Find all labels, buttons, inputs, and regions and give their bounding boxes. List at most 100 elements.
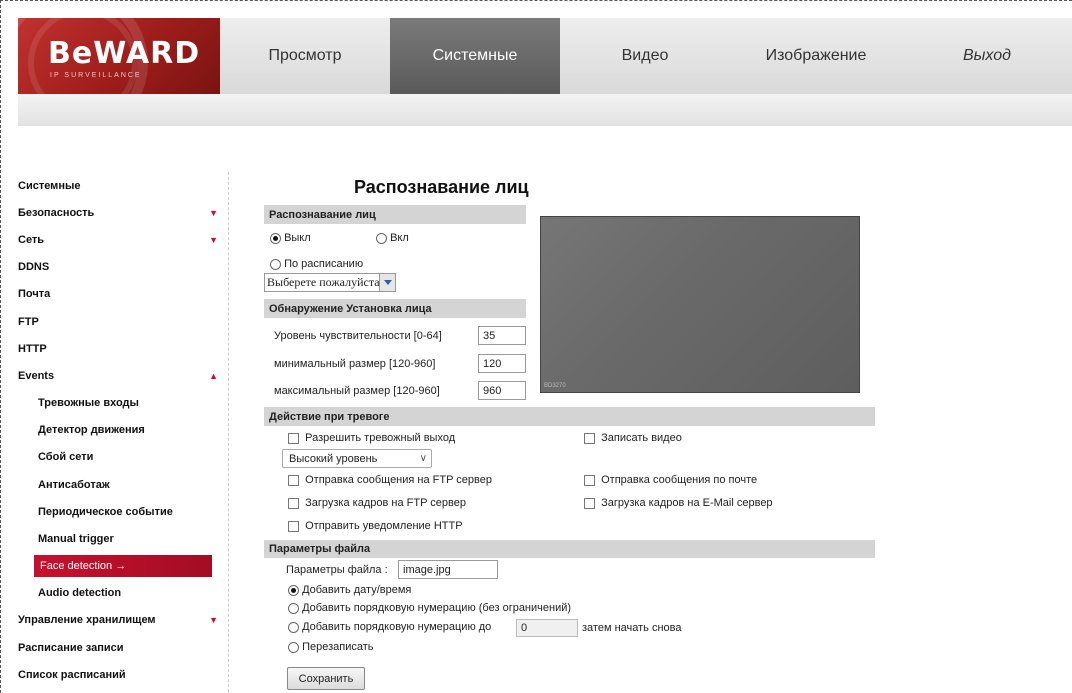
max-size-input[interactable]: 960 bbox=[478, 381, 526, 400]
sidebar: Системные Безопасность ▼ Сеть ▼ DDNS Почта… bbox=[18, 172, 228, 688]
opt-overwrite-label: Перезаписать bbox=[302, 641, 374, 653]
opt-datetime[interactable]: Добавить дату/время bbox=[288, 584, 411, 596]
file-name-input[interactable]: image.jpg bbox=[398, 560, 498, 579]
ftp-message-option[interactable]: Отправка сообщения на FTP сервер bbox=[288, 474, 492, 486]
logo-brand: BeWARD bbox=[48, 36, 201, 71]
file-param-label: Параметры файла : bbox=[286, 564, 388, 576]
opt-seq-unlimited[interactable]: Добавить порядковую нумерацию (без огран… bbox=[288, 602, 571, 614]
sidebar-item-system[interactable]: Системные bbox=[18, 172, 228, 199]
expand-arrow-icon: ▼ bbox=[209, 234, 218, 245]
radio-off[interactable] bbox=[270, 232, 281, 244]
radio-schedule[interactable] bbox=[270, 258, 281, 270]
mode-schedule-option[interactable]: По расписанию bbox=[270, 258, 363, 270]
sidebar-divider bbox=[228, 172, 229, 692]
schedule-select-value: Выберете пожалуйста... bbox=[267, 275, 389, 289]
alarm-output-label: Разрешить тревожный выход bbox=[305, 432, 456, 444]
save-button[interactable]: Сохранить bbox=[287, 667, 365, 690]
sidebar-item-record-schedule[interactable]: Расписание записи bbox=[18, 634, 228, 661]
sidebar-item-label: Системные bbox=[18, 179, 81, 192]
sidebar-item-label: Детектор движения bbox=[38, 424, 145, 437]
mail-frames-option[interactable]: Загрузка кадров на E-Mail сервер bbox=[584, 497, 773, 509]
mail-message-checkbox[interactable] bbox=[584, 474, 595, 486]
mode-on-option[interactable]: Вкл bbox=[376, 232, 409, 244]
record-video-option[interactable]: Записать видео bbox=[584, 432, 682, 444]
sidebar-item-alarm-inputs[interactable]: Тревожные входы bbox=[18, 390, 228, 417]
nav-video[interactable]: Видео bbox=[560, 18, 730, 94]
opt-overwrite[interactable]: Перезаписать bbox=[288, 641, 374, 653]
ftp-frames-option[interactable]: Загрузка кадров на FTP сервер bbox=[288, 497, 466, 509]
mail-message-option[interactable]: Отправка сообщения по почте bbox=[584, 474, 757, 486]
sidebar-item-label: Тревожные входы bbox=[38, 397, 139, 410]
radio-seq-unlimited[interactable] bbox=[288, 602, 299, 614]
http-notify-checkbox[interactable] bbox=[288, 520, 299, 532]
alarm-output-option[interactable]: Разрешить тревожный выход bbox=[288, 432, 455, 444]
alarm-output-checkbox[interactable] bbox=[288, 432, 299, 444]
sidebar-item-face-detection[interactable]: Face detection → bbox=[34, 554, 212, 577]
ftp-message-checkbox[interactable] bbox=[288, 474, 299, 486]
sidebar-item-manual-trigger[interactable]: Manual trigger bbox=[18, 525, 228, 552]
ftp-frames-checkbox[interactable] bbox=[288, 497, 299, 509]
collapse-arrow-icon: ▲ bbox=[209, 370, 218, 381]
page-title: Распознавание лиц bbox=[354, 177, 529, 197]
seq-limit-input[interactable]: 0 bbox=[516, 619, 578, 637]
sidebar-item-audio-detection[interactable]: Audio detection bbox=[18, 580, 228, 607]
section-header-file: Параметры файла bbox=[264, 540, 875, 558]
chevron-down-icon[interactable] bbox=[379, 274, 395, 291]
sidebar-item-label: HTTP bbox=[18, 342, 47, 355]
sidebar-item-network-failure[interactable]: Сбой сети bbox=[18, 444, 228, 471]
mail-frames-label: Загрузка кадров на E-Mail сервер bbox=[601, 497, 773, 509]
expand-arrow-icon: ▼ bbox=[209, 615, 218, 626]
mode-off-label: Выкл bbox=[284, 232, 311, 244]
expand-arrow-icon: ▼ bbox=[209, 207, 218, 218]
sidebar-item-schedule-list[interactable]: Список расписаний bbox=[18, 661, 228, 688]
max-size-label: максимальный размер [120-960] bbox=[274, 385, 440, 397]
sidebar-item-periodic-event[interactable]: Периодическое событие bbox=[18, 498, 228, 525]
record-video-checkbox[interactable] bbox=[584, 432, 595, 444]
min-size-input[interactable]: 120 bbox=[478, 354, 526, 373]
opt-seq-upto-label: Добавить порядковую нумерацию до bbox=[302, 621, 492, 633]
sidebar-item-http[interactable]: HTTP bbox=[18, 335, 228, 362]
http-notify-option[interactable]: Отправить уведомление HTTP bbox=[288, 520, 463, 532]
ftp-message-label: Отправка сообщения на FTP сервер bbox=[305, 474, 492, 486]
schedule-select[interactable]: Выберете пожалуйста... bbox=[264, 273, 396, 292]
sidebar-item-label: Расписание записи bbox=[18, 641, 124, 654]
mail-message-label: Отправка сообщения по почте bbox=[601, 474, 758, 486]
sub-bar bbox=[18, 94, 1072, 126]
alarm-level-select[interactable]: Высокий уровень ∨ bbox=[282, 449, 432, 468]
sidebar-item-label: Events bbox=[18, 369, 55, 382]
sidebar-item-tamper[interactable]: Антисаботаж bbox=[18, 471, 228, 498]
sidebar-item-label: Управление хранилищем bbox=[18, 614, 156, 627]
sidebar-item-events[interactable]: Events ▲ bbox=[18, 362, 228, 389]
sidebar-item-label: FTP bbox=[18, 315, 39, 328]
nav-image[interactable]: Изображение bbox=[730, 18, 902, 94]
nav-logout[interactable]: Выход bbox=[902, 18, 1072, 94]
min-size-label: минимальный размер [120-960] bbox=[274, 358, 436, 370]
sidebar-item-security[interactable]: Безопасность ▼ bbox=[18, 199, 228, 226]
camera-model-label: BD3270 bbox=[544, 383, 566, 389]
radio-datetime[interactable] bbox=[288, 584, 299, 596]
sidebar-item-mail[interactable]: Почта bbox=[18, 281, 228, 308]
nav-system[interactable]: Системные bbox=[390, 18, 560, 94]
opt-seq-upto[interactable]: Добавить порядковую нумерацию до bbox=[288, 621, 491, 633]
sidebar-item-storage[interactable]: Управление хранилищем ▼ bbox=[18, 607, 228, 634]
sensitivity-input[interactable]: 35 bbox=[478, 326, 526, 345]
sidebar-item-label: Manual trigger bbox=[38, 533, 114, 546]
mode-off-option[interactable]: Выкл bbox=[270, 232, 311, 244]
sidebar-item-ddns[interactable]: DDNS bbox=[18, 254, 228, 281]
sidebar-item-label: Список расписаний bbox=[18, 668, 126, 681]
opt-datetime-label: Добавить дату/время bbox=[302, 584, 412, 596]
radio-on[interactable] bbox=[376, 232, 387, 244]
mode-schedule-label: По расписанию bbox=[284, 258, 364, 270]
radio-overwrite[interactable] bbox=[288, 641, 299, 653]
sidebar-item-ftp[interactable]: FTP bbox=[18, 308, 228, 335]
record-video-label: Записать видео bbox=[601, 432, 682, 444]
sidebar-item-network[interactable]: Сеть ▼ bbox=[18, 226, 228, 253]
nav-view[interactable]: Просмотр bbox=[220, 18, 390, 94]
mail-frames-checkbox[interactable] bbox=[584, 497, 595, 509]
sidebar-item-label: Сбой сети bbox=[38, 451, 94, 464]
sidebar-item-motion-detection[interactable]: Детектор движения bbox=[18, 417, 228, 444]
sidebar-item-label: Почта bbox=[18, 288, 51, 301]
radio-seq-upto[interactable] bbox=[288, 621, 299, 633]
camera-preview: BD3270 bbox=[540, 216, 860, 393]
sidebar-item-label: Face detection → bbox=[40, 559, 127, 572]
